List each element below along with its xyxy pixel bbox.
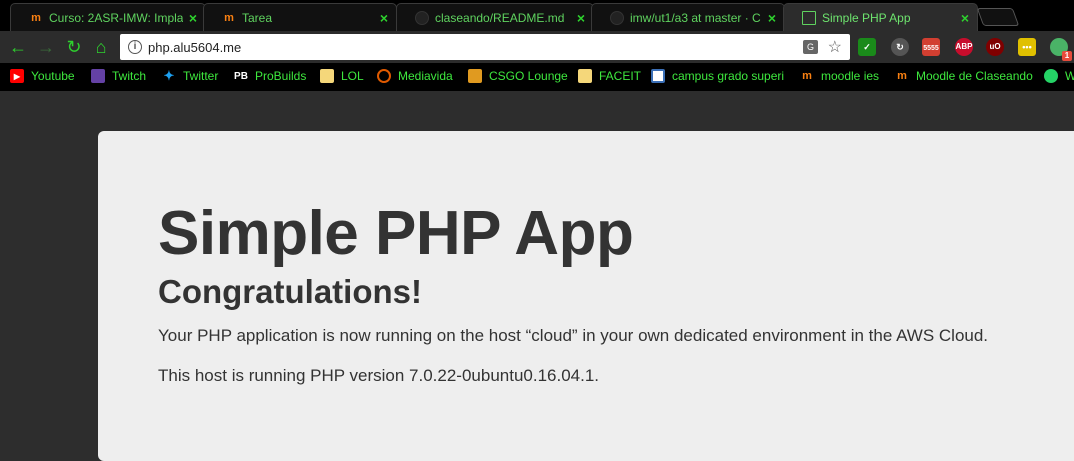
- bookmark-label: Twitter: [183, 69, 219, 83]
- notes-extension-icon[interactable]: •••: [1018, 38, 1036, 56]
- moodle-icon: m: [31, 11, 41, 24]
- bookmark-label: LOL: [341, 69, 364, 83]
- close-icon[interactable]: ×: [577, 10, 585, 26]
- bookmark-csgo-lounge[interactable]: CSGO Lounge: [468, 69, 568, 83]
- php-version-paragraph: This host is running PHP version 7.0.22-…: [158, 366, 600, 385]
- moodle-icon: m: [224, 11, 234, 24]
- pushbullet-badge: 1: [1062, 51, 1072, 61]
- whatsapp-icon: [1044, 69, 1058, 83]
- page-subtitle: Congratulations!: [158, 273, 422, 310]
- bookmark-faceit[interactable]: FACEIT: [578, 69, 641, 83]
- twitch-icon: [91, 69, 105, 83]
- bookmark-label: Mediavida: [398, 69, 453, 83]
- page-title: Simple PHP App: [158, 199, 634, 268]
- close-icon[interactable]: ×: [768, 10, 776, 26]
- bookmark-label: W: [1065, 69, 1074, 83]
- gmail-extension-icon[interactable]: 5555: [922, 38, 940, 56]
- checkmark-extension-icon[interactable]: ✓: [858, 38, 876, 56]
- bookmark-twitch[interactable]: Twitch: [91, 69, 146, 83]
- folder-icon: [578, 69, 592, 83]
- tab-strip: m Curso: 2ASR-IMW: Impla × m Tarea × cla…: [0, 0, 1074, 31]
- forward-arrow-icon[interactable]: →: [36, 37, 56, 57]
- page-icon: [802, 10, 816, 25]
- youtube-icon: ▶: [10, 69, 24, 83]
- adblock-plus-icon[interactable]: ABP: [955, 38, 973, 56]
- probuilds-icon: PB: [234, 70, 248, 82]
- mediavida-icon: [377, 69, 391, 83]
- new-tab-button[interactable]: [976, 8, 1020, 26]
- back-arrow-icon[interactable]: ←: [8, 37, 28, 57]
- twitter-icon: ✦: [163, 68, 175, 83]
- pushbullet-icon[interactable]: 1: [1050, 38, 1072, 61]
- abp-label: ABP: [955, 42, 973, 51]
- bookmarks-bar: ▶ Youtube Twitch ✦ Twitter PB ProBuilds …: [0, 63, 1074, 91]
- bookmark-label: CSGO Lounge: [489, 69, 568, 83]
- tab-tarea[interactable]: m Tarea ×: [203, 3, 397, 31]
- status-paragraph: Your PHP application is now running on t…: [158, 326, 989, 345]
- info-icon[interactable]: i: [128, 40, 142, 54]
- tab-imw[interactable]: imw/ut1/a3 at master · C ×: [591, 3, 785, 31]
- tab-readme[interactable]: claseando/README.md ×: [396, 3, 594, 31]
- bookmark-campus[interactable]: campus grado superi: [651, 69, 789, 83]
- bookmark-label: ProBuilds: [255, 69, 307, 83]
- web-page: Simple PHP App Congratulations! Your PHP…: [0, 91, 1074, 461]
- csgo-lounge-icon: [468, 69, 482, 83]
- bookmark-mediavida[interactable]: Mediavida: [377, 69, 453, 83]
- bookmark-twitter[interactable]: ✦ Twitter: [162, 68, 219, 83]
- folder-icon: [320, 69, 334, 83]
- bookmark-moodle-claseando[interactable]: m Moodle de Claseando: [895, 69, 1035, 83]
- bookmark-label: Youtube: [31, 69, 75, 83]
- reload-icon[interactable]: ↻: [64, 37, 84, 57]
- tab-curso[interactable]: m Curso: 2ASR-IMW: Impla ×: [10, 3, 206, 31]
- bookmark-label: Twitch: [112, 69, 147, 83]
- tab-title: Curso: 2ASR-IMW: Impla: [49, 10, 183, 25]
- bookmark-star-icon[interactable]: ☆: [828, 37, 842, 57]
- browser-toolbar: ← → ↻ ⌂ i php.alu5604.me G ☆ ✓ ↻ 5555 AB…: [0, 31, 1074, 63]
- close-icon[interactable]: ×: [380, 10, 388, 26]
- close-icon[interactable]: ×: [189, 10, 197, 26]
- campus-icon: [651, 69, 665, 83]
- moodle-icon: m: [897, 70, 907, 82]
- github-icon: [415, 10, 429, 25]
- jumbotron: Simple PHP App Congratulations! Your PHP…: [98, 131, 1074, 461]
- moodle-icon: m: [802, 70, 812, 82]
- home-icon[interactable]: ⌂: [91, 37, 111, 57]
- tab-title: Simple PHP App: [822, 10, 911, 25]
- bookmark-label: moodle ies: [821, 69, 880, 83]
- url-text[interactable]: php.alu5604.me: [148, 40, 241, 55]
- bookmark-youtube[interactable]: ▶ Youtube: [10, 69, 75, 83]
- bookmark-label: FACEIT: [599, 69, 642, 83]
- tab-simple-php-app[interactable]: Simple PHP App ×: [783, 3, 978, 31]
- bookmark-probuilds[interactable]: PB ProBuilds: [234, 69, 306, 83]
- tab-title: imw/ut1/a3 at master · C: [630, 10, 761, 25]
- bookmark-label: Moodle de Claseando: [916, 69, 1033, 83]
- translate-icon[interactable]: G: [803, 40, 818, 54]
- close-icon[interactable]: ×: [961, 10, 969, 26]
- sync-extension-icon[interactable]: ↻: [891, 38, 909, 56]
- tab-title: claseando/README.md: [435, 10, 565, 25]
- bookmark-label: campus grado superi: [672, 69, 785, 83]
- ublock-label: uO: [989, 42, 1001, 51]
- address-bar[interactable]: i php.alu5604.me G ☆: [120, 34, 850, 60]
- github-icon: [610, 10, 624, 25]
- bookmark-lol[interactable]: LOL: [320, 69, 364, 83]
- gmail-badge: 5555: [923, 45, 939, 52]
- tab-title: Tarea: [242, 10, 273, 25]
- bookmark-moodle-ies[interactable]: m moodle ies: [800, 69, 884, 83]
- bookmark-whatsapp[interactable]: W: [1044, 69, 1074, 83]
- ublock-icon[interactable]: uO: [986, 38, 1004, 56]
